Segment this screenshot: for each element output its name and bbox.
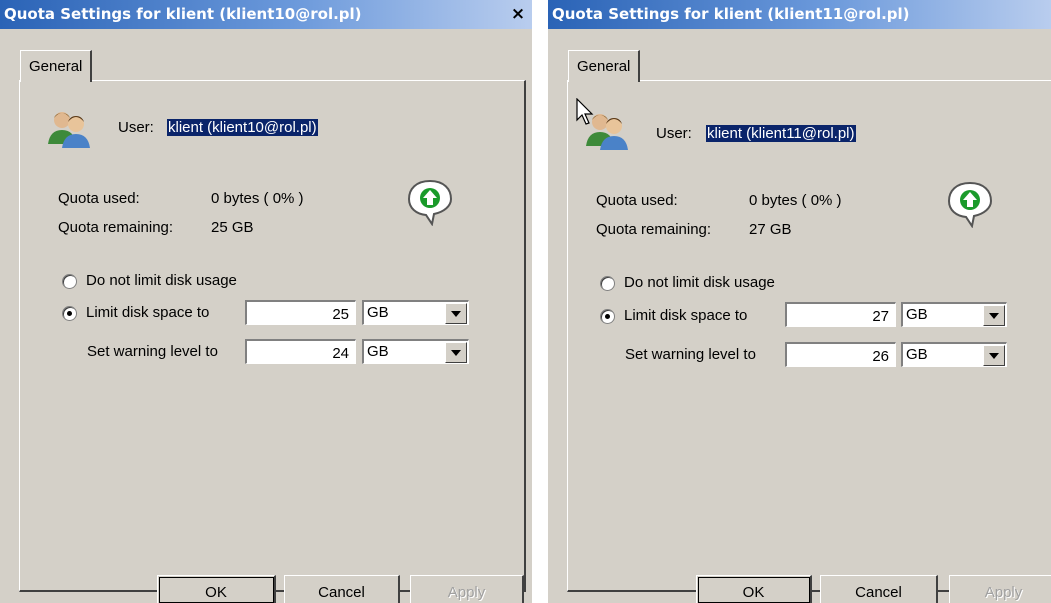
limit-value-input[interactable]: 27: [785, 302, 896, 327]
user-label: User:: [656, 125, 692, 142]
quota-remaining-label: Quota remaining:: [58, 219, 174, 236]
quota-used-value: 0 bytes ( 0% ): [749, 192, 842, 209]
limit-unit-select[interactable]: GB: [362, 300, 469, 325]
tab-general[interactable]: General: [20, 50, 93, 82]
quota-remaining-value: 25 GB: [211, 219, 254, 236]
chevron-down-icon[interactable]: [983, 305, 1005, 326]
apply-button[interactable]: Apply: [410, 575, 524, 603]
quota-remaining-label: Quota remaining:: [596, 221, 712, 238]
quota-dialog-klient11: Quota Settings for klient (klient11@rol.…: [548, 0, 1051, 603]
cancel-button[interactable]: Cancel: [284, 575, 400, 603]
cancel-button[interactable]: Cancel: [820, 575, 938, 603]
quota-remaining-value: 27 GB: [749, 221, 792, 238]
dialog-title: Quota Settings for klient (klient10@rol.…: [0, 0, 532, 29]
user-value: klient (klient11@rol.pl): [706, 125, 856, 142]
limit-value-input[interactable]: 25: [245, 300, 356, 325]
ok-button[interactable]: OK: [157, 575, 276, 603]
apply-button[interactable]: Apply: [949, 575, 1051, 603]
limit-unit-value: GB: [367, 304, 389, 321]
dialog-title: Quota Settings for klient (klient11@rol.…: [548, 0, 1051, 29]
mouse-pointer-icon: [576, 98, 594, 125]
no-limit-radio[interactable]: [62, 274, 77, 289]
quota-used-label: Quota used:: [596, 192, 678, 209]
close-icon[interactable]: ×: [509, 6, 527, 23]
limit-disk-label: Limit disk space to: [624, 307, 748, 324]
limit-unit-value: GB: [906, 306, 928, 323]
limit-disk-radio[interactable]: [600, 309, 615, 324]
tab-general[interactable]: General: [568, 50, 641, 82]
warning-value-input[interactable]: 24: [245, 339, 356, 364]
users-icon: [48, 112, 90, 148]
no-limit-label: Do not limit disk usage: [86, 272, 237, 289]
chevron-down-icon[interactable]: [983, 345, 1005, 366]
warning-value-input[interactable]: 26: [785, 342, 896, 367]
up-arrow-speech-bubble-icon: [947, 181, 993, 228]
quota-used-value: 0 bytes ( 0% ): [211, 190, 304, 207]
quota-dialog-klient10: Quota Settings for klient (klient10@rol.…: [0, 0, 532, 603]
warning-unit-select[interactable]: GB: [901, 342, 1007, 367]
quota-used-label: Quota used:: [58, 190, 140, 207]
no-limit-radio[interactable]: [600, 276, 615, 291]
warning-unit-value: GB: [906, 346, 928, 363]
user-value: klient (klient10@rol.pl): [167, 119, 318, 136]
tab-panel-general: [567, 80, 1051, 592]
warning-unit-value: GB: [367, 343, 389, 360]
warning-unit-select[interactable]: GB: [362, 339, 469, 364]
chevron-down-icon[interactable]: [445, 303, 467, 324]
limit-disk-radio[interactable]: [62, 306, 77, 321]
ok-button[interactable]: OK: [696, 575, 812, 603]
up-arrow-speech-bubble-icon: [407, 179, 453, 226]
user-label: User:: [118, 119, 154, 136]
warning-label: Set warning level to: [625, 346, 756, 363]
tab-panel-general: [19, 80, 526, 592]
chevron-down-icon[interactable]: [445, 342, 467, 363]
warning-label: Set warning level to: [87, 343, 218, 360]
limit-unit-select[interactable]: GB: [901, 302, 1007, 327]
no-limit-label: Do not limit disk usage: [624, 274, 775, 291]
limit-disk-label: Limit disk space to: [86, 304, 210, 321]
